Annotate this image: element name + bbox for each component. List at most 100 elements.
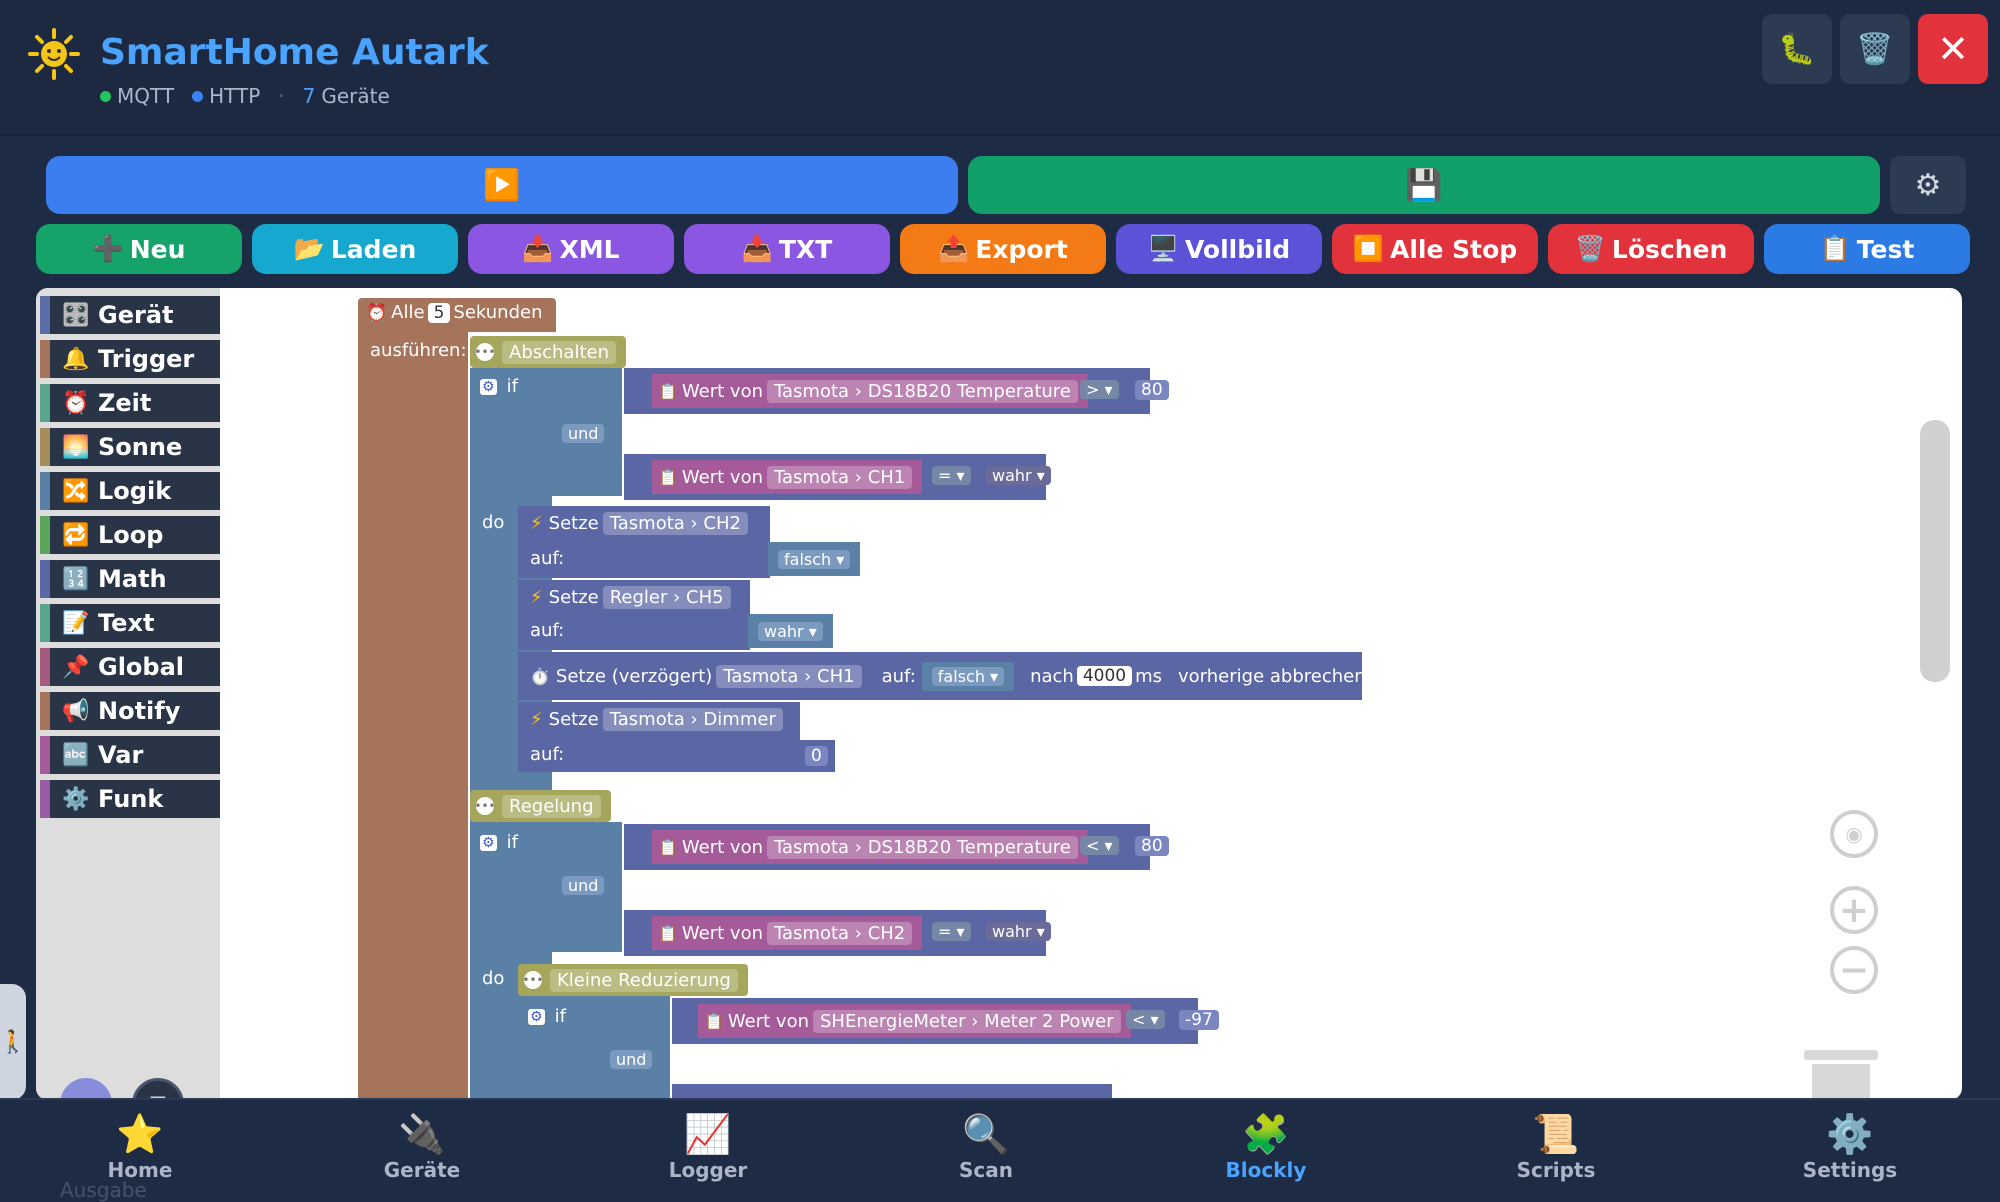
compare-op-1[interactable]: > ▾ — [1076, 380, 1123, 399]
category-label: Funk — [98, 785, 164, 813]
and-operator-2[interactable]: und — [558, 876, 608, 895]
toolbox-category-notify[interactable]: 📢 Notify — [40, 692, 220, 730]
nav-geräte[interactable]: 🔌 Geräte — [352, 1112, 492, 1182]
comment-text[interactable]: Kleine Reduzierung — [550, 968, 738, 992]
comment-block-abschalten[interactable]: ••• Abschalten — [470, 336, 626, 368]
toolbar-button-vollbild[interactable]: 🖥️ Vollbild — [1116, 224, 1322, 274]
set-header-1: ⚡ Setze Tasmota › CH2 — [530, 512, 752, 535]
trash-button[interactable]: 🗑️ — [1840, 14, 1910, 84]
compare-op-4[interactable]: = ▾ — [928, 922, 975, 941]
category-color-bar — [40, 296, 50, 334]
zoom-in-icon[interactable]: + — [1830, 886, 1878, 934]
comment-text[interactable]: Regelung — [502, 794, 601, 818]
delay-ms-input[interactable]: 4000 — [1076, 666, 1133, 686]
device-field[interactable]: Tasmota › DS18B20 Temperature — [767, 835, 1078, 859]
save-button[interactable]: 💾 — [968, 156, 1880, 214]
nav-icon: ⚙️ — [1826, 1112, 1874, 1156]
toolbox-category-gerät[interactable]: 🎛️ Gerät — [40, 296, 220, 334]
toolbox-category-var[interactable]: 🔤 Var — [40, 736, 220, 774]
toolbar-button-export[interactable]: 📤 Export — [900, 224, 1106, 274]
toolbox-category-loop[interactable]: 🔁 Loop — [40, 516, 220, 554]
number-block-1[interactable]: 0 — [798, 740, 835, 772]
device-field[interactable]: SHEnergieMeter › Meter 2 Power — [813, 1009, 1121, 1033]
blockly-workspace[interactable]: 🎛️ Gerät 🔔 Trigger ⏰ Zeit 🌅 Sonne 🔀 Logik 🔁 Loop 🔢 Ma… — [36, 288, 1962, 1100]
value-of-block-5[interactable]: 📋 Wert von SHEnergieMeter › Meter 2 Power — [698, 1004, 1131, 1038]
toolbar-button-löschen[interactable]: 🗑️ Löschen — [1548, 224, 1754, 274]
toolbox-category-math[interactable]: 🔢 Math — [40, 560, 220, 598]
value-of-block-1[interactable]: 📋 Wert von Tasmota › DS18B20 Temperature — [652, 374, 1088, 408]
device-field[interactable]: Tasmota › CH1 — [767, 465, 913, 489]
value-of-block-3[interactable]: 📋 Wert von Tasmota › DS18B20 Temperature — [652, 830, 1088, 864]
toolbar-icon: ➕ — [92, 234, 124, 263]
toolbar-label: Export — [975, 234, 1068, 264]
category-icon: ⚙️ — [62, 786, 90, 812]
compare-value-5[interactable]: -97 — [1176, 1010, 1222, 1030]
toolbar-button-alle-stop[interactable]: ⏹️ Alle Stop — [1332, 224, 1538, 274]
toolbox-category-logik[interactable]: 🔀 Logik — [40, 472, 220, 510]
toolbar-button-txt[interactable]: 📥 TXT — [684, 224, 890, 274]
toolbar-button-xml[interactable]: 📥 XML — [468, 224, 674, 274]
compare-op-5[interactable]: < ▾ — [1122, 1010, 1169, 1029]
run-button[interactable]: ▶️ — [46, 156, 958, 214]
bool-block-1[interactable]: falsch ▾ — [768, 542, 861, 576]
and-operator-1[interactable]: und — [558, 420, 609, 446]
compare-value-3[interactable]: 80 — [1132, 836, 1172, 856]
nav-home[interactable]: ⭐ Home — [70, 1112, 210, 1182]
interval-body — [358, 332, 468, 1100]
workspace-trash-icon[interactable] — [1804, 1050, 1878, 1100]
trash-icon: 🗑️ — [1856, 31, 1894, 67]
toolbox-category-global[interactable]: 📌 Global — [40, 648, 220, 686]
compare-value-2[interactable]: wahr ▾ — [982, 466, 1055, 485]
compare-value-1[interactable]: 80 — [1132, 380, 1172, 400]
comment-block-regelung[interactable]: ••• Regelung — [470, 790, 611, 822]
toolbox-category-funk[interactable]: ⚙️ Funk — [40, 780, 220, 818]
delayed-set-block[interactable]: ⏱️ Setze (verzögert) Tasmota › CH1 auf: … — [518, 652, 1366, 700]
compare-value-4[interactable]: wahr ▾ — [982, 922, 1055, 941]
recenter-icon[interactable]: ◉ — [1830, 810, 1878, 858]
if-label-2: ⚙ if — [480, 832, 518, 853]
close-button[interactable]: ✕ — [1918, 14, 1988, 84]
set-header-2: ⚡ Setze Regler › CH5 — [530, 586, 735, 609]
lightning-icon: ⚡ — [530, 513, 543, 534]
category-label: Gerät — [98, 301, 174, 329]
nav-scan[interactable]: 🔍 Scan — [916, 1112, 1056, 1182]
comment-text[interactable]: Abschalten — [502, 340, 616, 364]
separator: · — [278, 84, 285, 108]
value-of-block-2[interactable]: 📋 Wert von Tasmota › CH1 — [652, 460, 923, 494]
value-of-block-4[interactable]: 📋 Wert von Tasmota › CH2 — [652, 916, 923, 950]
device-field[interactable]: Tasmota › CH1 — [716, 664, 862, 688]
and-operator-3[interactable]: und — [606, 1050, 656, 1069]
toolbox-category-zeit[interactable]: ⏰ Zeit — [40, 384, 220, 422]
nav-icon: 🧩 — [1242, 1112, 1290, 1156]
nav-scripts[interactable]: 📜 Scripts — [1486, 1112, 1626, 1182]
run-settings-button[interactable]: ⚙ — [1890, 156, 1966, 214]
compare-op-2[interactable]: = ▾ — [928, 466, 975, 485]
gear-mutator-icon[interactable]: ⚙ — [528, 1008, 545, 1025]
toolbox-category-trigger[interactable]: 🔔 Trigger — [40, 340, 220, 378]
zoom-out-icon[interactable]: − — [1830, 946, 1878, 994]
workspace-scrollbar[interactable] — [1920, 420, 1950, 682]
toolbar-icon: 📥 — [741, 234, 773, 263]
category-color-bar — [40, 692, 50, 730]
nav-blockly[interactable]: 🧩 Blockly — [1196, 1112, 1336, 1182]
nav-logger[interactable]: 📈 Logger — [638, 1112, 778, 1182]
comment-block-kleine-reduzierung[interactable]: ••• Kleine Reduzierung — [518, 964, 748, 996]
compare-op-3[interactable]: < ▾ — [1076, 836, 1123, 855]
accessibility-tab[interactable]: 🚶 — [0, 984, 27, 1100]
toolbar-button-laden[interactable]: 📂 Laden — [252, 224, 458, 274]
gear-mutator-icon[interactable]: ⚙ — [480, 834, 497, 851]
toolbar-button-test[interactable]: 📋 Test — [1764, 224, 1970, 274]
nav-settings[interactable]: ⚙️ Settings — [1780, 1112, 1920, 1182]
category-icon: 🔀 — [62, 478, 90, 504]
gear-mutator-icon[interactable]: ⚙ — [480, 378, 497, 395]
toolbar-button-neu[interactable]: ➕ Neu — [36, 224, 242, 274]
toolbox-category-sonne[interactable]: 🌅 Sonne — [40, 428, 220, 466]
bool-block-2[interactable]: wahr ▾ — [748, 614, 833, 648]
interval-value[interactable]: 5 — [427, 302, 451, 323]
device-field[interactable]: Tasmota › CH2 — [767, 921, 913, 945]
category-color-bar — [40, 648, 50, 686]
debug-button[interactable]: 🐛 — [1762, 14, 1832, 84]
nav-label: Logger — [668, 1158, 748, 1182]
device-field[interactable]: Tasmota › DS18B20 Temperature — [767, 379, 1078, 403]
toolbox-category-text[interactable]: 📝 Text — [40, 604, 220, 642]
